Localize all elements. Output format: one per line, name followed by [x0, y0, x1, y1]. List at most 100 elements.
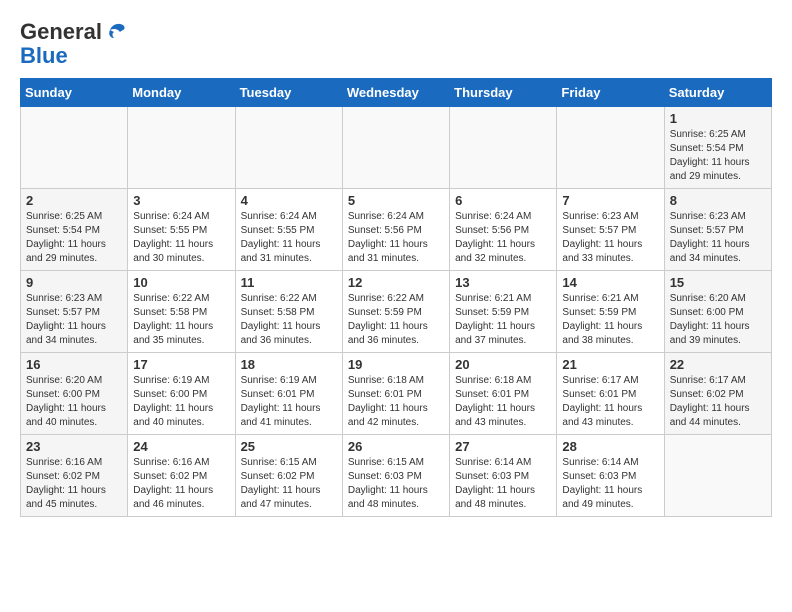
calendar-cell: 19Sunrise: 6:18 AM Sunset: 6:01 PM Dayli…: [342, 353, 449, 435]
calendar-cell: 14 Sunrise: 6:21 AM Sunset: 5:59 PM Dayli…: [557, 271, 664, 353]
day-number: 2: [26, 193, 122, 208]
day-number: 8: [670, 193, 766, 208]
calendar-cell: 22 Sunrise: 6:17 AM Sunset: 6:02 PM Dayli…: [664, 353, 771, 435]
calendar-cell: 21 Sunrise: 6:17 AM Sunset: 6:01 PM Dayli…: [557, 353, 664, 435]
day-info: Sunrise: 6:20 AM Sunset: 6:00 PM Dayligh…: [26, 374, 122, 430]
weekday-header-thursday: Thursday: [450, 79, 557, 107]
calendar-cell: [128, 107, 235, 189]
calendar-cell: 7 Sunrise: 6:23 AM Sunset: 5:57 PM Daylig…: [557, 189, 664, 271]
day-number: 22: [670, 357, 766, 372]
day-info: Sunrise: 6:16 AM Sunset: 6:02 PM Dayligh…: [26, 456, 122, 512]
logo-bird-icon: [104, 20, 128, 44]
day-info: Sunrise: 6:14 AM Sunset: 6:03 PM Dayligh…: [562, 456, 658, 512]
calendar-cell: 23 Sunrise: 6:16 AM Sunset: 6:02 PM Dayli…: [21, 435, 128, 517]
day-number: 26: [348, 439, 444, 454]
day-number: 15: [670, 275, 766, 290]
day-info: Sunrise: 6:25 AM Sunset: 5:54 PM Dayligh…: [670, 128, 766, 184]
calendar-cell: 25 Sunrise: 6:15 AM Sunset: 6:02 PM Dayli…: [235, 435, 342, 517]
calendar-cell: 18Sunrise: 6:19 AM Sunset: 6:01 PM Dayli…: [235, 353, 342, 435]
calendar-cell: [235, 107, 342, 189]
day-info: Sunrise: 6:22 AM Sunset: 5:59 PM Dayligh…: [348, 292, 444, 348]
calendar-table: SundayMondayTuesdayWednesdayThursdayFrid…: [20, 78, 772, 517]
day-number: 24: [133, 439, 229, 454]
weekday-header-saturday: Saturday: [664, 79, 771, 107]
week-row-2: 2 Sunrise: 6:25 AM Sunset: 5:54 PM Daylig…: [21, 189, 772, 271]
day-number: 7: [562, 193, 658, 208]
day-info: Sunrise: 6:16 AM Sunset: 6:02 PM Dayligh…: [133, 456, 229, 512]
week-row-1: 1 Sunrise: 6:25 AM Sunset: 5:54 PM Daylig…: [21, 107, 772, 189]
day-number: 4: [241, 193, 337, 208]
week-row-4: 16 Sunrise: 6:20 AM Sunset: 6:00 PM Dayli…: [21, 353, 772, 435]
day-number: 23: [26, 439, 122, 454]
day-info: Sunrise: 6:14 AM Sunset: 6:03 PM Dayligh…: [455, 456, 551, 512]
day-info: Sunrise: 6:24 AM Sunset: 5:55 PM Dayligh…: [241, 210, 337, 266]
day-info: Sunrise: 6:23 AM Sunset: 5:57 PM Dayligh…: [670, 210, 766, 266]
page-header: General Blue: [20, 20, 772, 68]
day-number: 20: [455, 357, 551, 372]
calendar-cell: 9 Sunrise: 6:23 AM Sunset: 5:57 PM Daylig…: [21, 271, 128, 353]
calendar-cell: 16 Sunrise: 6:20 AM Sunset: 6:00 PM Dayli…: [21, 353, 128, 435]
calendar-cell: 5 Sunrise: 6:24 AM Sunset: 5:56 PM Daylig…: [342, 189, 449, 271]
calendar-cell: 4 Sunrise: 6:24 AM Sunset: 5:55 PM Daylig…: [235, 189, 342, 271]
calendar-cell: 15 Sunrise: 6:20 AM Sunset: 6:00 PM Dayli…: [664, 271, 771, 353]
calendar-cell: 28 Sunrise: 6:14 AM Sunset: 6:03 PM Dayli…: [557, 435, 664, 517]
day-info: Sunrise: 6:21 AM Sunset: 5:59 PM Dayligh…: [562, 292, 658, 348]
day-info: Sunrise: 6:24 AM Sunset: 5:56 PM Dayligh…: [348, 210, 444, 266]
day-info: Sunrise: 6:23 AM Sunset: 5:57 PM Dayligh…: [26, 292, 122, 348]
week-row-5: 23 Sunrise: 6:16 AM Sunset: 6:02 PM Dayli…: [21, 435, 772, 517]
calendar-cell: 1 Sunrise: 6:25 AM Sunset: 5:54 PM Daylig…: [664, 107, 771, 189]
day-number: 5: [348, 193, 444, 208]
day-info: Sunrise: 6:21 AM Sunset: 5:59 PM Dayligh…: [455, 292, 551, 348]
calendar-cell: 24 Sunrise: 6:16 AM Sunset: 6:02 PM Dayli…: [128, 435, 235, 517]
day-info: Sunrise: 6:24 AM Sunset: 5:55 PM Dayligh…: [133, 210, 229, 266]
calendar-cell: 10 Sunrise: 6:22 AM Sunset: 5:58 PM Dayli…: [128, 271, 235, 353]
day-info: Sunrise: 6:22 AM Sunset: 5:58 PM Dayligh…: [241, 292, 337, 348]
calendar-header-row: SundayMondayTuesdayWednesdayThursdayFrid…: [21, 79, 772, 107]
weekday-header-monday: Monday: [128, 79, 235, 107]
calendar-cell: [21, 107, 128, 189]
day-number: 9: [26, 275, 122, 290]
day-info: Sunrise: 6:18 AM Sunset: 6:01 PM Dayligh…: [348, 374, 444, 430]
day-info: Sunrise: 6:15 AM Sunset: 6:03 PM Dayligh…: [348, 456, 444, 512]
day-number: 12: [348, 275, 444, 290]
day-info: Sunrise: 6:22 AM Sunset: 5:58 PM Dayligh…: [133, 292, 229, 348]
day-info: Sunrise: 6:25 AM Sunset: 5:54 PM Dayligh…: [26, 210, 122, 266]
week-row-3: 9 Sunrise: 6:23 AM Sunset: 5:57 PM Daylig…: [21, 271, 772, 353]
day-number: 11: [241, 275, 337, 290]
day-number: 10: [133, 275, 229, 290]
calendar-cell: 20 Sunrise: 6:18 AM Sunset: 6:01 PM Dayli…: [450, 353, 557, 435]
day-number: 21: [562, 357, 658, 372]
weekday-header-friday: Friday: [557, 79, 664, 107]
day-number: 18: [241, 357, 337, 372]
calendar-cell: 3Sunrise: 6:24 AM Sunset: 5:55 PM Daylig…: [128, 189, 235, 271]
day-number: 16: [26, 357, 122, 372]
day-number: 14: [562, 275, 658, 290]
day-number: 27: [455, 439, 551, 454]
day-info: Sunrise: 6:23 AM Sunset: 5:57 PM Dayligh…: [562, 210, 658, 266]
calendar-cell: [664, 435, 771, 517]
day-number: 28: [562, 439, 658, 454]
day-number: 6: [455, 193, 551, 208]
calendar-cell: 8 Sunrise: 6:23 AM Sunset: 5:57 PM Daylig…: [664, 189, 771, 271]
weekday-header-wednesday: Wednesday: [342, 79, 449, 107]
logo-general: General: [20, 20, 102, 44]
day-info: Sunrise: 6:20 AM Sunset: 6:00 PM Dayligh…: [670, 292, 766, 348]
calendar-cell: 17Sunrise: 6:19 AM Sunset: 6:00 PM Dayli…: [128, 353, 235, 435]
day-number: 25: [241, 439, 337, 454]
calendar-cell: [557, 107, 664, 189]
calendar-cell: 6 Sunrise: 6:24 AM Sunset: 5:56 PM Daylig…: [450, 189, 557, 271]
calendar-cell: [342, 107, 449, 189]
day-number: 1: [670, 111, 766, 126]
day-number: 13: [455, 275, 551, 290]
day-info: Sunrise: 6:18 AM Sunset: 6:01 PM Dayligh…: [455, 374, 551, 430]
day-info: Sunrise: 6:15 AM Sunset: 6:02 PM Dayligh…: [241, 456, 337, 512]
day-info: Sunrise: 6:24 AM Sunset: 5:56 PM Dayligh…: [455, 210, 551, 266]
day-number: 17: [133, 357, 229, 372]
weekday-header-tuesday: Tuesday: [235, 79, 342, 107]
calendar-cell: 26 Sunrise: 6:15 AM Sunset: 6:03 PM Dayli…: [342, 435, 449, 517]
day-info: Sunrise: 6:17 AM Sunset: 6:02 PM Dayligh…: [670, 374, 766, 430]
calendar-cell: 12 Sunrise: 6:22 AM Sunset: 5:59 PM Dayli…: [342, 271, 449, 353]
logo-blue: Blue: [20, 43, 68, 68]
logo: General Blue: [20, 20, 128, 68]
day-info: Sunrise: 6:17 AM Sunset: 6:01 PM Dayligh…: [562, 374, 658, 430]
